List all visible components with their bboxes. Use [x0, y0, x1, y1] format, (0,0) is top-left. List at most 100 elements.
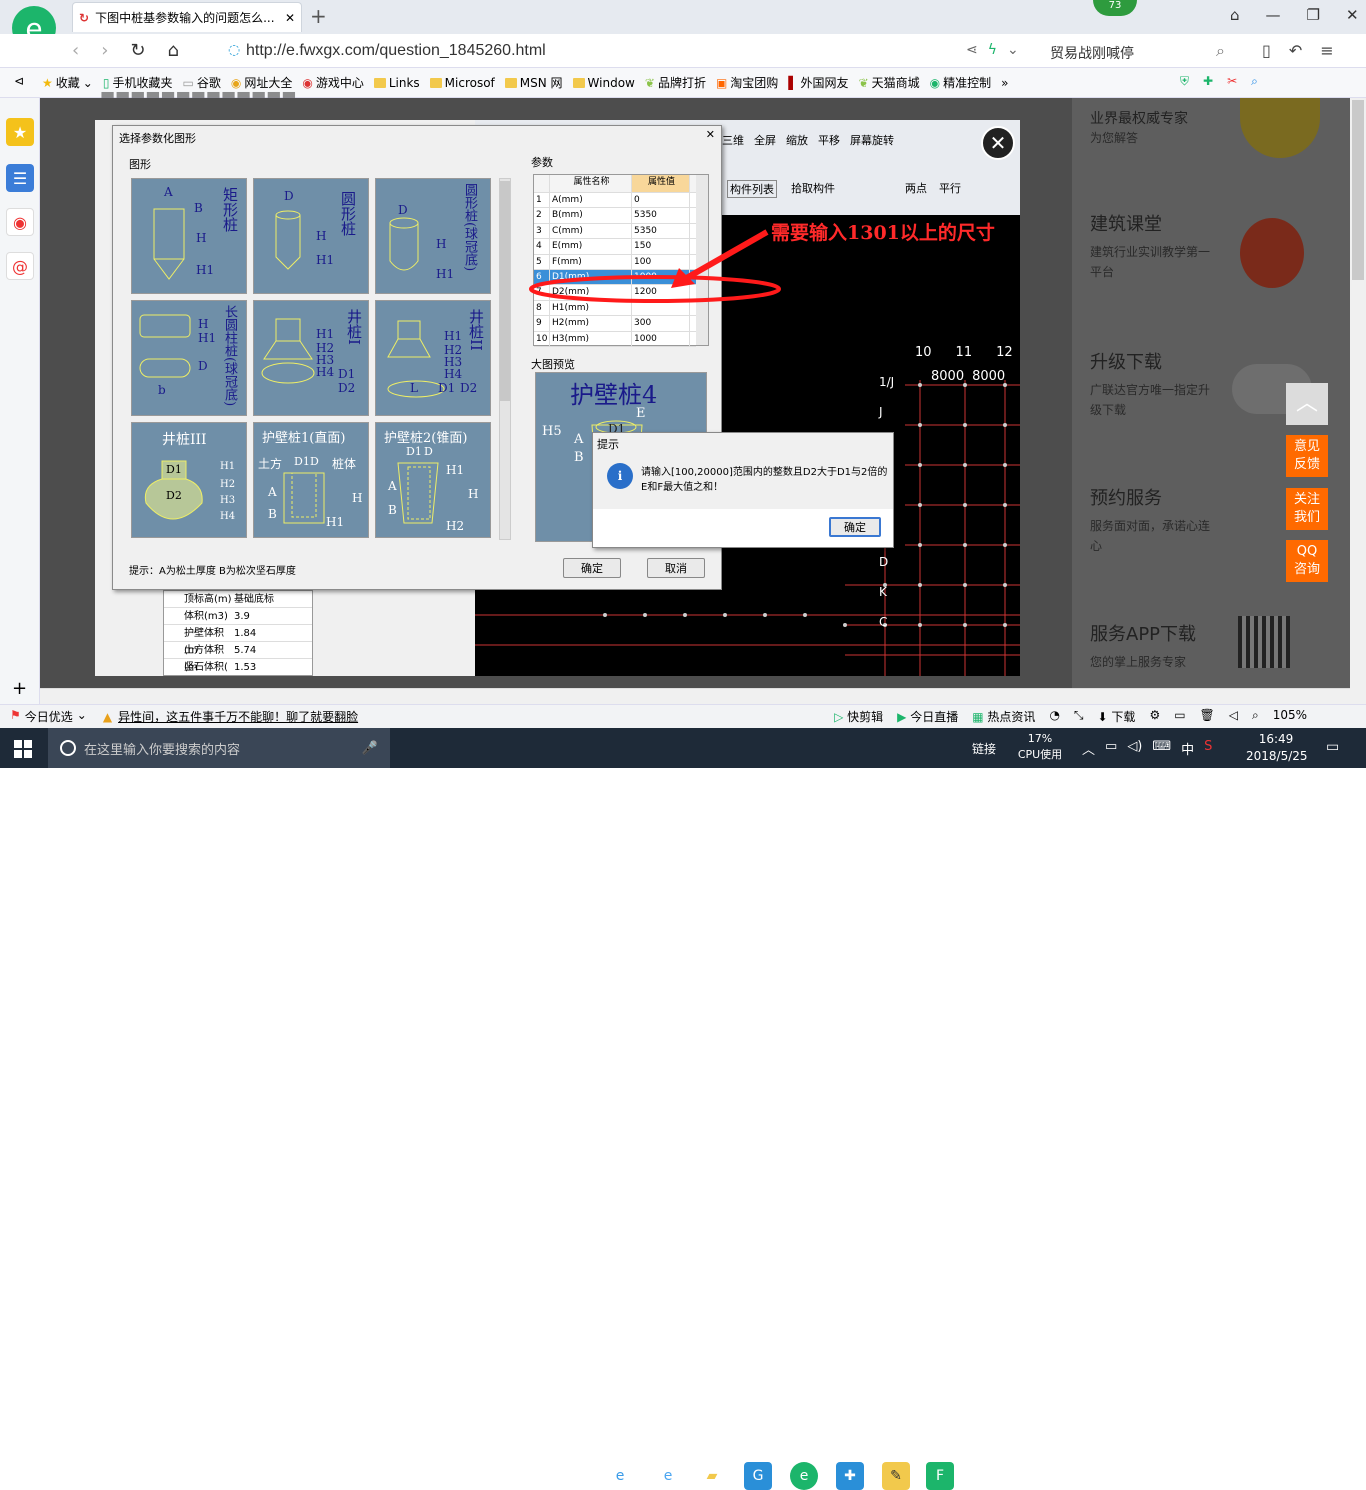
swirl-app-icon[interactable]: ◎ — [556, 1462, 584, 1490]
zoom-icon[interactable]: ⌕ — [1252, 708, 1259, 725]
edge-icon[interactable]: e — [606, 1462, 634, 1490]
sidebar-toggle-icon[interactable]: ⊲ — [14, 74, 24, 88]
tray-up-icon[interactable]: ︿ — [1082, 739, 1095, 758]
taobao-icon: ▣ — [715, 75, 728, 90]
scissors-icon[interactable]: ✂ — [1227, 74, 1237, 89]
notification-icon[interactable]: ▭ — [1326, 739, 1339, 755]
address-toolbar: ‹ › ↻ ⌂ ◌ ⋖ ϟ ⌄ 贸易战刚喊停 ⌕ ▯ ↶ ≡ — [0, 34, 1366, 68]
favorites-star-icon[interactable]: ★ — [6, 118, 34, 146]
ie-icon[interactable]: e — [504, 1462, 532, 1490]
network-icon[interactable]: ▭ — [1105, 739, 1117, 758]
vertical-scrollbar[interactable] — [1350, 98, 1366, 704]
keyboard-icon[interactable]: ⌨ — [1152, 739, 1171, 758]
minimize-icon[interactable]: — — [1266, 6, 1281, 24]
undo-icon[interactable]: ↶ — [1289, 41, 1302, 60]
speed-icon[interactable]: ◔ — [1049, 708, 1059, 725]
ime-lang[interactable]: 中 — [1181, 739, 1194, 758]
bookmark-item[interactable]: ▌ 外国网友 — [788, 74, 848, 91]
news-link[interactable]: 异性间，这五件事千万不能聊！聊了就要翻脸 — [118, 708, 358, 725]
phone-icon[interactable]: ▯ — [1262, 41, 1271, 60]
bookmark-flag-icon: ▌ — [788, 75, 798, 90]
lightbox-close-button[interactable]: ✕ — [981, 126, 1015, 160]
search-query[interactable]: 贸易战刚喊停 — [1050, 43, 1134, 63]
browser-tab[interactable]: ↻ 下图中桩基参数输入的问题怎么... ✕ — [72, 2, 302, 32]
sidebar-title[interactable]: 预约服务 — [1090, 484, 1162, 510]
feedback-button[interactable]: 意见反馈 — [1286, 435, 1328, 477]
bookmark-favorites[interactable]: ★ 收藏 ⌄ — [42, 74, 93, 91]
site-security-icon[interactable]: ◌ — [228, 42, 240, 58]
taskbar-search[interactable]: 在这里输入你要搜索的内容 🎤 — [48, 728, 390, 768]
follow-button[interactable]: 关注我们 — [1286, 488, 1328, 530]
search-icon[interactable]: ⌕ — [1216, 41, 1225, 61]
windows-start-icon[interactable] — [14, 740, 32, 758]
forward-icon[interactable]: › — [101, 40, 108, 61]
fan-app-icon[interactable]: ✣ — [452, 1462, 480, 1490]
notification-badge[interactable]: 73 — [1093, 0, 1137, 16]
settings-icon[interactable]: ⚙ — [1149, 708, 1160, 725]
menu-icon[interactable]: ≡ — [1320, 41, 1333, 60]
link-label[interactable]: 链接 — [972, 740, 996, 757]
cpu-meter[interactable]: 17% CPU使用 — [1014, 731, 1066, 763]
status-item[interactable]: ⬇ 下载 — [1098, 708, 1136, 725]
sidebar-sub: 广联达官方唯一指定升级下载 — [1090, 383, 1211, 417]
window-icon[interactable]: ▭ — [1174, 708, 1185, 725]
translate-icon[interactable]: ✚ — [1203, 74, 1213, 89]
sogou-icon[interactable]: S — [1204, 739, 1212, 758]
bookmark-item[interactable]: ▣ 淘宝团购 — [716, 74, 778, 91]
sidebar-title[interactable]: 建筑课堂 — [1090, 210, 1162, 236]
volume-icon[interactable]: ◁ — [1229, 708, 1238, 725]
bookmark-item[interactable]: ◉ 精准控制 — [930, 74, 992, 91]
add-sidebar-icon[interactable]: + — [12, 678, 27, 699]
task-view-icon[interactable]: ▭ — [402, 1462, 430, 1490]
mic-icon: 🎤 — [361, 740, 378, 756]
sidebar-sub: 您的掌上服务专家 — [1090, 655, 1187, 669]
cross-app-icon[interactable]: ✚ — [836, 1462, 864, 1490]
new-tab-button[interactable]: + — [310, 4, 327, 28]
url-input[interactable] — [246, 39, 946, 63]
bookmark-item[interactable]: ❦ 天猫商城 — [859, 74, 920, 91]
back-to-top-button[interactable]: ︿ — [1286, 383, 1328, 425]
shirt-icon[interactable]: ⌂ — [1230, 6, 1240, 24]
tab-title: 下图中桩基参数输入的问题怎么... — [95, 11, 275, 25]
qq-consult-button[interactable]: QQ咨询 — [1286, 540, 1328, 582]
horizontal-scrollbar[interactable] — [40, 688, 1350, 704]
list-icon[interactable]: ☰ — [6, 164, 34, 192]
trash-icon[interactable]: 🗑 — [1200, 708, 1215, 725]
home-icon[interactable]: ⌂ — [168, 40, 179, 61]
browser-360-icon[interactable]: e — [790, 1462, 818, 1490]
lightning-icon[interactable]: ϟ — [988, 42, 997, 58]
refresh-icon[interactable]: ↻ — [130, 40, 145, 61]
ie-blue-icon[interactable]: e — [654, 1462, 682, 1490]
alert-message: 请输入[100,20000]范围内的整数且D2大于D1与2倍的E和F最大值之和！ — [641, 467, 888, 493]
alert-ok-button[interactable]: 确定 — [829, 517, 881, 537]
magnifier-icon[interactable]: ⌕ — [1251, 74, 1258, 89]
notes-icon[interactable]: ✎ — [882, 1462, 910, 1490]
status-item[interactable]: ▦ 热点资讯 — [972, 708, 1035, 725]
resize-icon[interactable]: ⤡ — [1074, 708, 1084, 725]
volume-icon[interactable]: ◁) — [1127, 739, 1142, 758]
shield-icon[interactable]: ⛨ — [1180, 74, 1189, 89]
status-item[interactable]: ▷ 快剪辑 — [834, 708, 883, 725]
mail-icon[interactable]: @ — [6, 252, 34, 280]
sidebar-title[interactable]: 升级下载 — [1090, 348, 1162, 374]
more-bookmarks-icon[interactable]: » — [1001, 76, 1008, 90]
sidebar-title[interactable]: 服务APP下载 — [1090, 620, 1196, 646]
g-app-icon[interactable]: G — [744, 1462, 772, 1490]
folder-icon[interactable]: ▰ — [698, 1462, 726, 1490]
red-arrow-line — [681, 229, 769, 283]
clock[interactable]: 16:49 2018/5/25 — [1246, 731, 1308, 765]
close-window-icon[interactable]: ✕ — [1346, 6, 1359, 24]
alert-dialog: 提示 i 请输入[100,20000]范围内的整数且D2大于D1与2倍的E和F最… — [592, 432, 894, 548]
maximize-icon[interactable]: ❐ — [1307, 6, 1320, 24]
green-app-icon[interactable]: F — [926, 1462, 954, 1490]
chevron-down-icon[interactable]: ⌄ — [1007, 42, 1019, 58]
tab-close-icon[interactable]: ✕ — [285, 11, 295, 25]
share-icon[interactable]: ⋖ — [966, 42, 978, 58]
status-item[interactable]: ▶ 今日直播 — [897, 708, 958, 725]
page-background-text: ▬▬▬▬▬▬▬▬▬▬▬▬▬ — [100, 84, 297, 103]
status-left[interactable]: ⚑ 今日优选 ⌄ — [10, 708, 87, 725]
weibo-icon[interactable]: ◉ — [6, 208, 34, 236]
alert-title: 提示 — [597, 438, 619, 451]
back-icon[interactable]: ‹ — [72, 40, 79, 61]
zoom-level[interactable]: 105% — [1273, 708, 1307, 725]
